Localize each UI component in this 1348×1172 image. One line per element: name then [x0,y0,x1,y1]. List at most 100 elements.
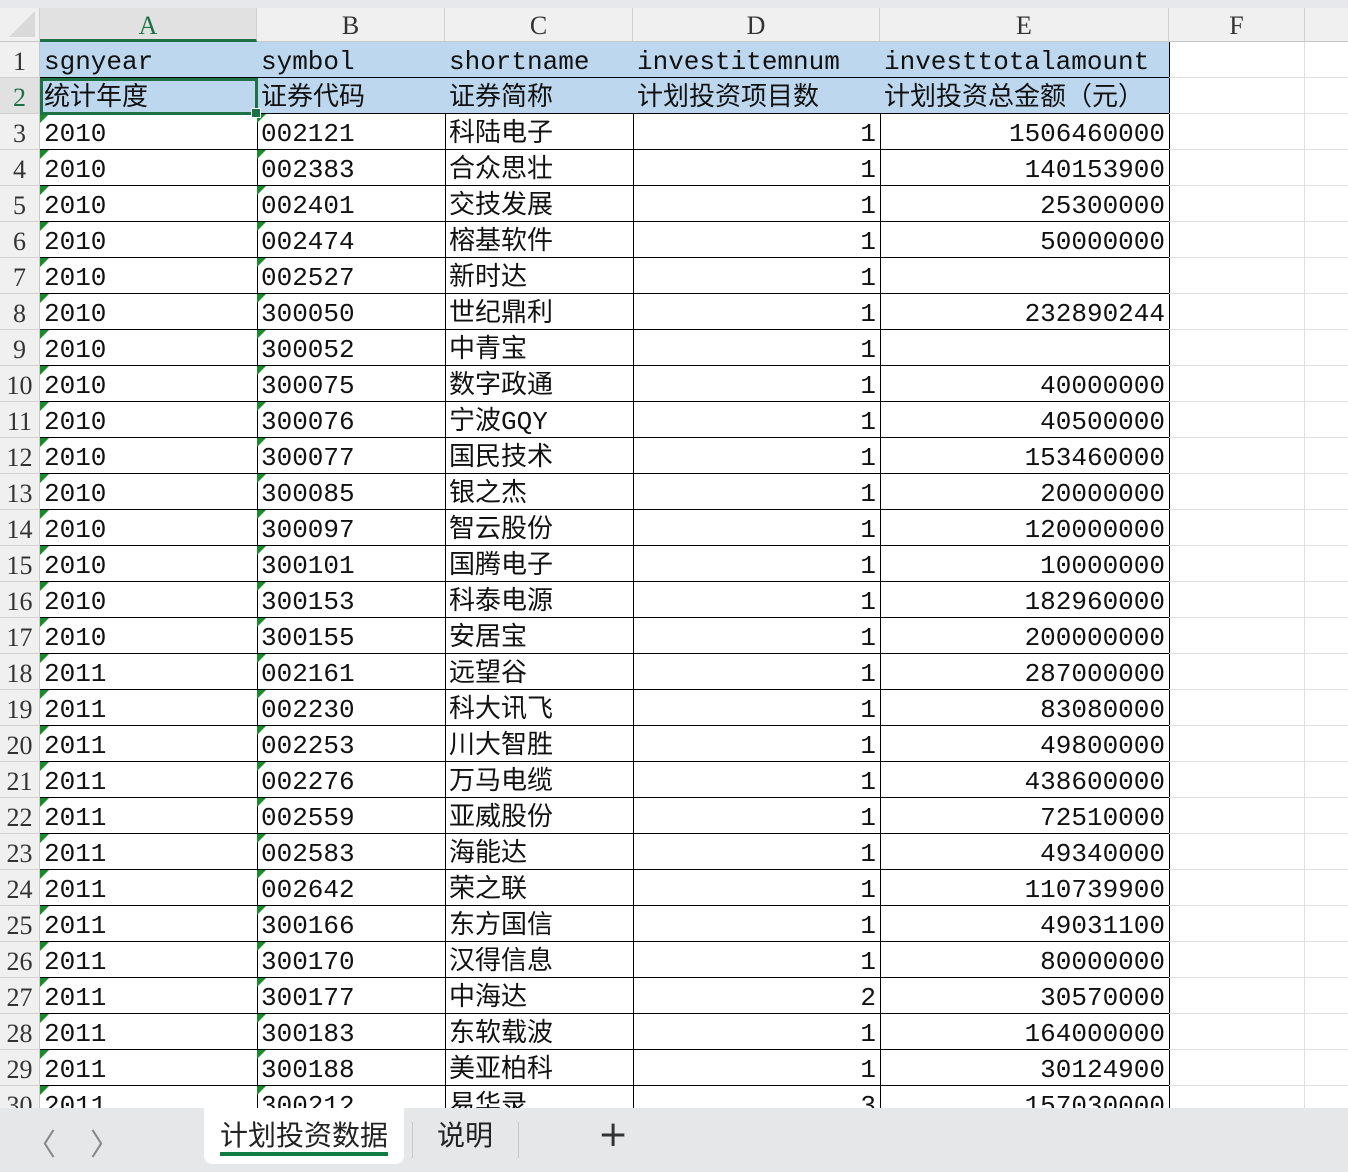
cell-f25[interactable] [1169,906,1305,942]
column-header-a[interactable]: A [40,8,257,42]
cell-b5[interactable]: 002401 [257,186,446,222]
cell-d28[interactable]: 1 [633,1014,881,1050]
cell-d7[interactable]: 1 [633,258,881,294]
add-sheet-button[interactable]: + [598,1114,628,1155]
cell-c14[interactable]: 智云股份 [445,510,634,546]
cell-b7[interactable]: 002527 [257,258,446,294]
cell-b11[interactable]: 300076 [257,402,446,438]
cell-b9[interactable]: 300052 [257,330,446,366]
cell-f5[interactable] [1169,186,1305,222]
cell-d14[interactable]: 1 [633,510,881,546]
cell-b15[interactable]: 300101 [257,546,446,582]
cell-d13[interactable]: 1 [633,474,881,510]
cell-a26[interactable]: 2011 [40,942,258,978]
row-header-7[interactable]: 7 [0,258,40,294]
cell-d1[interactable]: investitemnum [633,42,881,78]
cell-e22[interactable]: 72510000 [880,798,1170,834]
cell-d17[interactable]: 1 [633,618,881,654]
cell-f27[interactable] [1169,978,1305,1014]
row-header-26[interactable]: 26 [0,942,40,978]
cell-a18[interactable]: 2011 [40,654,258,690]
cell-d21[interactable]: 1 [633,762,881,798]
cell-g22[interactable] [1305,798,1348,834]
cell-a17[interactable]: 2010 [40,618,258,654]
row-header-16[interactable]: 16 [0,582,40,618]
cell-a21[interactable]: 2011 [40,762,258,798]
cell-g24[interactable] [1305,870,1348,906]
row-header-30[interactable]: 30 [0,1086,40,1108]
spreadsheet-grid[interactable]: A B C D E F 1 sgnyear symbol shortname investitemn… [0,8,1348,1108]
cell-c7[interactable]: 新时达 [445,258,634,294]
cell-f3[interactable] [1169,114,1305,150]
cell-a5[interactable]: 2010 [40,186,258,222]
cell-e15[interactable]: 10000000 [880,546,1170,582]
row-header-23[interactable]: 23 [0,834,40,870]
cell-g16[interactable] [1305,582,1348,618]
cell-f13[interactable] [1169,474,1305,510]
cell-e28[interactable]: 164000000 [880,1014,1170,1050]
cell-g13[interactable] [1305,474,1348,510]
cell-e17[interactable]: 200000000 [880,618,1170,654]
cell-e27[interactable]: 30570000 [880,978,1170,1014]
cell-b28[interactable]: 300183 [257,1014,446,1050]
cell-a2[interactable]: 统计年度 [40,78,258,114]
cell-e14[interactable]: 120000000 [880,510,1170,546]
cell-c13[interactable]: 银之杰 [445,474,634,510]
cell-b8[interactable]: 300050 [257,294,446,330]
cell-b20[interactable]: 002253 [257,726,446,762]
cell-a1[interactable]: sgnyear [40,42,258,78]
cell-e16[interactable]: 182960000 [880,582,1170,618]
cell-g27[interactable] [1305,978,1348,1014]
cell-a16[interactable]: 2010 [40,582,258,618]
cell-b14[interactable]: 300097 [257,510,446,546]
cell-a22[interactable]: 2011 [40,798,258,834]
cell-d4[interactable]: 1 [633,150,881,186]
cell-b26[interactable]: 300170 [257,942,446,978]
row-header-22[interactable]: 22 [0,798,40,834]
cell-c28[interactable]: 东软载波 [445,1014,634,1050]
cell-d30[interactable]: 3 [633,1086,881,1108]
row-header-10[interactable]: 10 [0,366,40,402]
cell-a7[interactable]: 2010 [40,258,258,294]
cell-g12[interactable] [1305,438,1348,474]
column-header[interactable] [1305,8,1348,42]
cell-g28[interactable] [1305,1014,1348,1050]
cell-c8[interactable]: 世纪鼎利 [445,294,634,330]
row-header-17[interactable]: 17 [0,618,40,654]
cell-g20[interactable] [1305,726,1348,762]
cell-d2[interactable]: 计划投资项目数 [633,78,881,114]
cell-c6[interactable]: 榕基软件 [445,222,634,258]
cell-f11[interactable] [1169,402,1305,438]
cell-e26[interactable]: 80000000 [880,942,1170,978]
cell-d19[interactable]: 1 [633,690,881,726]
cell-c2[interactable]: 证券简称 [445,78,634,114]
cell-b24[interactable]: 002642 [257,870,446,906]
cell-g8[interactable] [1305,294,1348,330]
cell-d10[interactable]: 1 [633,366,881,402]
cell-g19[interactable] [1305,690,1348,726]
cell-a25[interactable]: 2011 [40,906,258,942]
cell-d6[interactable]: 1 [633,222,881,258]
cell-c22[interactable]: 亚威股份 [445,798,634,834]
cell-e23[interactable]: 49340000 [880,834,1170,870]
cell-c4[interactable]: 合众思壮 [445,150,634,186]
next-sheet-icon[interactable]: 〉 [90,1120,120,1164]
cell-d26[interactable]: 1 [633,942,881,978]
cell-b12[interactable]: 300077 [257,438,446,474]
cell-c15[interactable]: 国腾电子 [445,546,634,582]
cell-e20[interactable]: 49800000 [880,726,1170,762]
cell-a10[interactable]: 2010 [40,366,258,402]
cell-a20[interactable]: 2011 [40,726,258,762]
cell-d11[interactable]: 1 [633,402,881,438]
cell-e8[interactable]: 232890244 [880,294,1170,330]
select-all-corner[interactable] [0,8,40,42]
cell-g18[interactable] [1305,654,1348,690]
cell-f26[interactable] [1169,942,1305,978]
cell-f18[interactable] [1169,654,1305,690]
cell-e7[interactable] [880,258,1170,294]
cell-b18[interactable]: 002161 [257,654,446,690]
cell-d9[interactable]: 1 [633,330,881,366]
row-header-27[interactable]: 27 [0,978,40,1014]
cell-g21[interactable] [1305,762,1348,798]
cell-e13[interactable]: 20000000 [880,474,1170,510]
